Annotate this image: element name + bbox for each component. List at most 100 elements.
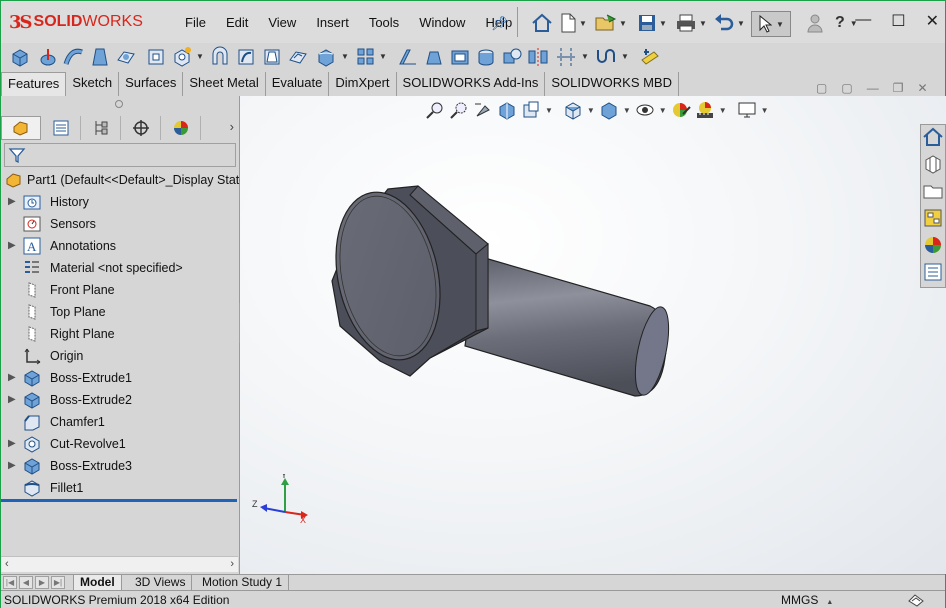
- tree-item-fillet1[interactable]: Fillet1: [1, 477, 240, 499]
- close-viewport-icon[interactable]: ✕: [917, 81, 927, 95]
- chevron-right-icon[interactable]: ▶: [8, 196, 18, 207]
- tree-item-boss-extrude2[interactable]: ▶ Boss-Extrude2: [1, 389, 240, 411]
- menu-window[interactable]: Window: [409, 15, 475, 30]
- chevron-down-icon[interactable]: ▼: [737, 19, 745, 28]
- tab-sheet-metal[interactable]: Sheet Metal: [183, 72, 266, 96]
- feature-tree-filter[interactable]: [4, 143, 236, 167]
- chevron-down-icon[interactable]: ▼: [579, 19, 587, 28]
- appearances-scenes-icon[interactable]: [922, 234, 944, 256]
- tab-dimxpert-manager[interactable]: [121, 116, 161, 140]
- curves-button[interactable]: [595, 46, 617, 68]
- tree-item-annotations[interactable]: ▶ A Annotations: [1, 235, 240, 257]
- design-library-icon[interactable]: [922, 153, 944, 175]
- save-button[interactable]: ▼: [637, 11, 667, 35]
- open-button[interactable]: ▼: [595, 11, 627, 35]
- graphics-viewport[interactable]: ▼ ▼ ▼ ▼ ▼ ▼ Y Z X: [240, 96, 946, 574]
- menu-view[interactable]: View: [258, 15, 306, 30]
- print-button[interactable]: ▼: [675, 11, 707, 35]
- chevron-right-icon[interactable]: ›: [230, 119, 234, 134]
- tab-surfaces[interactable]: Surfaces: [119, 72, 184, 96]
- tab-display-manager[interactable]: [161, 116, 201, 140]
- next-tab-icon[interactable]: ▶: [35, 576, 49, 589]
- extruded-boss-button[interactable]: [9, 46, 31, 68]
- chevron-down-icon[interactable]: ▼: [659, 19, 667, 28]
- last-tab-icon[interactable]: ▶|: [51, 576, 65, 589]
- intersect-button[interactable]: [501, 46, 523, 68]
- tab-model[interactable]: Model: [73, 575, 122, 591]
- chevron-right-icon[interactable]: ▶: [8, 394, 18, 405]
- home-button[interactable]: [531, 11, 553, 35]
- revolved-cut-button[interactable]: [209, 46, 231, 68]
- menu-tools[interactable]: Tools: [359, 15, 409, 30]
- tab-configuration-manager[interactable]: [81, 116, 121, 140]
- boundary-boss-button[interactable]: [115, 46, 137, 68]
- revolved-boss-button[interactable]: [37, 46, 59, 68]
- tree-item-right-plane[interactable]: Right Plane: [1, 323, 240, 345]
- bolt-3d-model[interactable]: [240, 96, 946, 574]
- tab-feature-manager[interactable]: [1, 116, 41, 140]
- linear-pattern-button[interactable]: [355, 46, 377, 68]
- restore-viewport-icon[interactable]: ❐: [893, 81, 904, 95]
- extruded-cut-button[interactable]: [145, 46, 167, 68]
- solidworks-resources-icon[interactable]: [922, 126, 944, 148]
- swept-cut-button[interactable]: [235, 46, 257, 68]
- scroll-left-icon[interactable]: ‹: [5, 558, 9, 570]
- minimize-icon[interactable]: —: [855, 11, 871, 31]
- view-palette-icon[interactable]: [922, 207, 944, 229]
- hole-wizard-button[interactable]: [171, 46, 193, 68]
- chevron-down-icon[interactable]: ▼: [379, 52, 387, 61]
- chevron-right-icon[interactable]: ▶: [8, 460, 18, 471]
- horizontal-scrollbar[interactable]: ‹ ›: [1, 556, 238, 572]
- chevron-down-icon[interactable]: ▼: [341, 52, 349, 61]
- scroll-right-icon[interactable]: ›: [230, 558, 234, 570]
- tree-item-front-plane[interactable]: Front Plane: [1, 279, 240, 301]
- tab-solidworks-mbd[interactable]: SOLIDWORKS MBD: [545, 72, 679, 96]
- draft-button[interactable]: [423, 46, 445, 68]
- mirror-button[interactable]: [527, 46, 549, 68]
- maximize-icon[interactable]: ☐: [891, 11, 905, 31]
- user-button[interactable]: [807, 11, 823, 35]
- expand-right-icon[interactable]: ▢: [841, 81, 852, 95]
- tab-sketch[interactable]: Sketch: [66, 72, 120, 96]
- chevron-down-icon[interactable]: ▼: [619, 19, 627, 28]
- tab-features[interactable]: Features: [1, 72, 67, 96]
- new-document-button[interactable]: ▼: [559, 11, 587, 35]
- previous-tab-icon[interactable]: ◀: [19, 576, 33, 589]
- instant3d-button[interactable]: [639, 46, 661, 68]
- tab-property-manager[interactable]: [41, 116, 81, 140]
- tree-item-material[interactable]: Material <not specified>: [1, 257, 240, 279]
- solidworks-logo[interactable]: 3S SOLID WORKS: [9, 11, 143, 33]
- rollback-bar[interactable]: [1, 499, 237, 502]
- close-icon[interactable]: ✕: [926, 11, 939, 31]
- menu-file[interactable]: File: [175, 15, 216, 30]
- tree-item-sensors[interactable]: Sensors: [1, 213, 240, 235]
- wrap-button[interactable]: [475, 46, 497, 68]
- tree-item-top-plane[interactable]: Top Plane: [1, 301, 240, 323]
- lofted-cut-button[interactable]: [261, 46, 283, 68]
- panel-grip-icon[interactable]: [115, 100, 123, 108]
- rebuild-status-icon[interactable]: [907, 593, 925, 607]
- reference-geometry-button[interactable]: [555, 46, 577, 68]
- tab-3d-views[interactable]: 3D Views: [129, 575, 193, 591]
- tree-item-chamfer1[interactable]: Chamfer1: [1, 411, 240, 433]
- fillet-button[interactable]: [315, 46, 337, 68]
- rib-button[interactable]: [397, 46, 419, 68]
- menu-insert[interactable]: Insert: [306, 15, 359, 30]
- unit-system-selector[interactable]: MMGS: [781, 593, 833, 607]
- chevron-down-icon[interactable]: ▼: [776, 20, 784, 29]
- chevron-right-icon[interactable]: ▶: [8, 372, 18, 383]
- file-explorer-icon[interactable]: [922, 180, 944, 202]
- chevron-down-icon[interactable]: ▼: [699, 19, 707, 28]
- custom-properties-icon[interactable]: [922, 261, 944, 283]
- chevron-down-icon[interactable]: ▼: [581, 52, 589, 61]
- tree-item-history[interactable]: ▶ History: [1, 191, 240, 213]
- tab-evaluate[interactable]: Evaluate: [265, 72, 330, 96]
- chevron-right-icon[interactable]: ▶: [8, 240, 18, 251]
- minimize-viewport-icon[interactable]: —: [867, 81, 879, 95]
- swept-boss-button[interactable]: [63, 46, 85, 68]
- chevron-down-icon[interactable]: ▼: [196, 52, 204, 61]
- select-button[interactable]: ▼: [751, 11, 791, 37]
- tab-dimxpert[interactable]: DimXpert: [329, 72, 397, 96]
- pin-menu-icon[interactable]: 📌︎: [491, 15, 509, 32]
- shell-button[interactable]: [449, 46, 471, 68]
